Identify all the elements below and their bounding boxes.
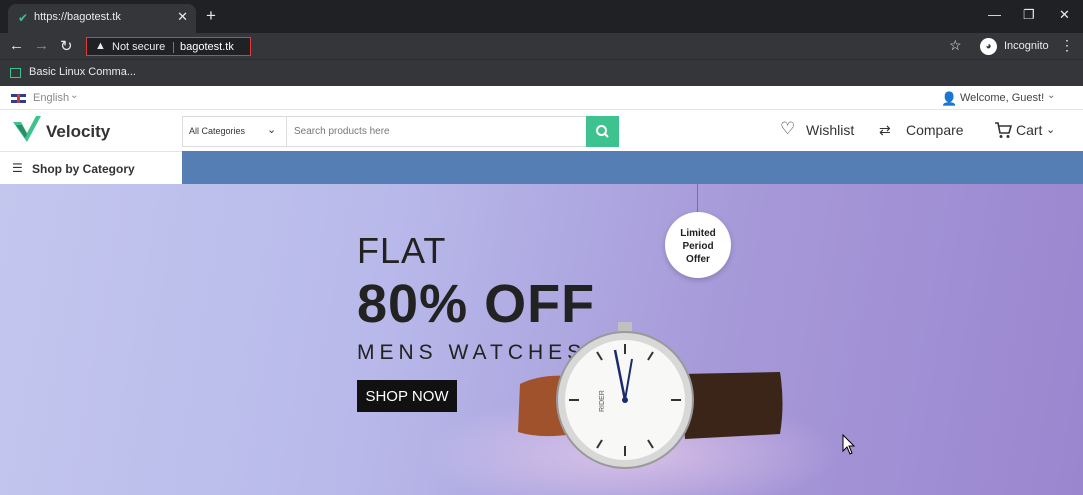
search-form: All Categories ⌄: [182, 116, 619, 147]
new-tab-icon[interactable]: +: [206, 6, 216, 26]
user-icon[interactable]: 👤: [941, 91, 957, 107]
back-icon[interactable]: ←: [9, 37, 24, 54]
site-top-bar: English ⌄ 👤 Welcome, Guest! ⌄: [0, 86, 1083, 110]
tag-line: Period: [682, 241, 714, 252]
cart-link[interactable]: Cart: [1016, 122, 1042, 138]
bookmark-item[interactable]: Basic Linux Comma...: [29, 66, 136, 78]
address-bar[interactable]: ▲ Not secure bagotest.tk: [86, 37, 251, 56]
tag-line: Limited: [680, 228, 716, 239]
url-text[interactable]: bagotest.tk: [180, 41, 234, 53]
chevron-down-icon[interactable]: ⌄: [70, 90, 78, 101]
watch-brand: RIDER: [599, 390, 606, 412]
restore-icon[interactable]: ❐: [1023, 7, 1035, 23]
hero-line-1: FLAT: [357, 230, 447, 271]
heart-icon[interactable]: ♡: [780, 119, 795, 139]
uk-flag-icon: [11, 94, 26, 103]
security-label[interactable]: Not secure: [112, 41, 165, 53]
close-window-icon[interactable]: ✕: [1059, 7, 1070, 23]
tag-string: [697, 184, 698, 212]
omnibox-separator: [173, 42, 174, 53]
search-input[interactable]: [288, 117, 588, 146]
minimize-icon[interactable]: —: [988, 7, 1001, 22]
profile-label[interactable]: Incognito: [1004, 40, 1049, 52]
welcome-link[interactable]: Welcome, Guest!: [960, 92, 1044, 104]
hero-banner: FLAT 80% OFF MENS WATCHES SHOP NOW Limit…: [0, 184, 1083, 495]
shop-now-button[interactable]: SHOP NOW: [357, 380, 457, 412]
incognito-icon[interactable]: ◕: [980, 38, 997, 55]
browser-toolbar: ← → ↻ ▲ Not secure bagotest.tk ☆ ◕ Incog…: [0, 33, 1083, 59]
warning-icon: ▲: [95, 40, 106, 52]
browser-menu-icon[interactable]: ⋮: [1060, 37, 1074, 54]
forward-icon[interactable]: →: [34, 37, 49, 54]
chevron-down-icon[interactable]: ⌄: [1046, 123, 1055, 136]
reload-icon[interactable]: ↻: [60, 37, 73, 55]
shop-by-category-label: Shop by Category: [32, 162, 135, 176]
cart-icon[interactable]: [994, 122, 1012, 139]
browser-tab-strip: ✔ https://bagotest.tk ✕ + — ❐ ✕: [0, 0, 1083, 33]
watch-image: RIDER: [518, 322, 783, 469]
category-select[interactable]: All Categories ⌄: [183, 117, 287, 146]
category-select-value: All Categories: [189, 126, 246, 136]
terminal-icon: [10, 68, 21, 78]
shop-by-category-button[interactable]: ☰ Shop by Category: [0, 151, 182, 184]
compare-icon[interactable]: ⇄: [879, 122, 891, 139]
bookmarks-bar: Basic Linux Comma...: [0, 59, 1083, 86]
list-icon: ☰: [12, 161, 23, 175]
tab-title: https://bagotest.tk: [34, 11, 121, 23]
bookmark-star-icon[interactable]: ☆: [949, 37, 962, 54]
chevron-down-icon: ⌄: [267, 124, 277, 136]
wishlist-link[interactable]: Wishlist: [806, 122, 854, 138]
browser-tab[interactable]: ✔ https://bagotest.tk ✕: [8, 4, 196, 33]
compare-link[interactable]: Compare: [906, 122, 964, 138]
tag-line: Offer: [686, 254, 710, 265]
site-header: Velocity All Categories ⌄ ♡ Wishlist ⇄ C…: [0, 110, 1083, 151]
chevron-down-icon[interactable]: ⌄: [1047, 90, 1055, 101]
velocity-logo-icon[interactable]: [13, 116, 41, 142]
language-selector[interactable]: English: [33, 92, 69, 104]
search-button[interactable]: [586, 116, 619, 147]
logo-text[interactable]: Velocity: [46, 122, 110, 142]
search-icon: [596, 125, 609, 138]
site-favicon-icon: ✔: [18, 11, 29, 25]
category-bar: ☰ Shop by Category: [0, 151, 1083, 184]
close-tab-icon[interactable]: ✕: [177, 9, 188, 25]
limited-offer-tag: Limited Period Offer: [665, 212, 731, 278]
mouse-cursor-icon: [842, 434, 856, 455]
